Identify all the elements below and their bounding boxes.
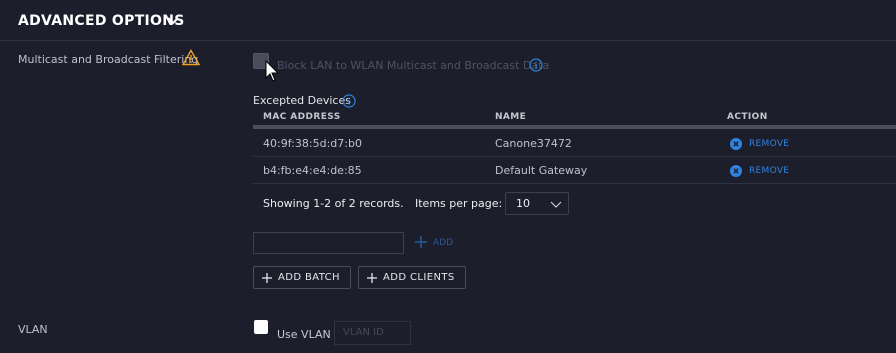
column-header-mac[interactable]: MAC ADDRESS [263, 112, 341, 122]
table-header-divider [253, 125, 896, 129]
info-icon[interactable] [529, 58, 543, 72]
remove-x-icon[interactable] [730, 138, 742, 150]
add-clients-button[interactable]: ADD CLIENTS [358, 266, 466, 289]
items-per-page-value: 10 [516, 197, 530, 210]
remove-button[interactable]: REMOVE [749, 166, 789, 176]
section-title[interactable]: ADVANCED OPTIONS [18, 13, 185, 29]
remove-button[interactable]: REMOVE [749, 139, 789, 149]
row-name: Canone37472 [495, 137, 572, 150]
mouse-cursor-icon [265, 60, 280, 82]
plus-icon [262, 272, 272, 283]
table-row-divider [253, 183, 896, 184]
remove-x-icon[interactable] [730, 165, 742, 177]
excepted-devices-label: Excepted Devices [253, 94, 351, 107]
vlan-id-placeholder: VLAN ID [343, 327, 384, 338]
mac-address-input[interactable] [253, 232, 404, 254]
table-row-divider [253, 156, 896, 157]
plus-icon [367, 272, 377, 283]
block-multicast-label: Block LAN to WLAN Multicast and Broadcas… [277, 59, 550, 72]
plus-icon[interactable] [414, 235, 428, 249]
chevron-down-icon[interactable] [165, 13, 181, 29]
items-per-page-select[interactable]: 10 [505, 192, 569, 215]
add-clients-label: ADD CLIENTS [383, 272, 455, 283]
vlan-id-input[interactable]: VLAN ID [334, 321, 411, 345]
section-divider [0, 40, 896, 41]
column-header-name[interactable]: NAME [495, 112, 526, 122]
use-vlan-checkbox[interactable] [254, 320, 268, 334]
chevron-down-icon [550, 201, 562, 208]
warning-icon [182, 49, 200, 66]
info-icon[interactable] [342, 94, 356, 108]
vlan-label: VLAN [18, 323, 48, 336]
add-mac-button[interactable]: ADD [433, 238, 453, 248]
multicast-label: Multicast and Broadcast Filtering [18, 53, 199, 66]
use-vlan-label: Use VLAN [277, 328, 331, 341]
pager-status: Showing 1-2 of 2 records. [263, 197, 404, 210]
row-mac: b4:fb:e4:e4:de:85 [263, 164, 362, 177]
add-batch-button[interactable]: ADD BATCH [253, 266, 351, 289]
add-batch-label: ADD BATCH [278, 272, 340, 283]
row-name: Default Gateway [495, 164, 588, 177]
row-mac: 40:9f:38:5d:d7:b0 [263, 137, 362, 150]
column-header-action: ACTION [727, 112, 768, 122]
items-per-page-label: Items per page: [415, 197, 503, 210]
